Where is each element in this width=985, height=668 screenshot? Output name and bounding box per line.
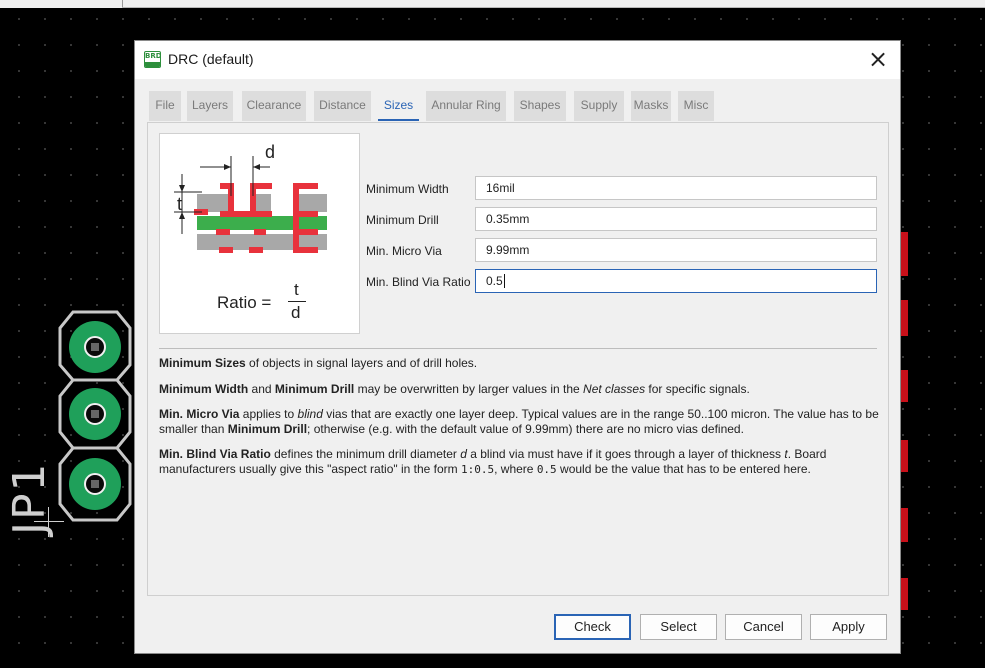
desc-term: Minimum Width [159, 382, 249, 396]
diagram-label-d: d [265, 142, 276, 162]
drc-dialog: BRD DRC (default) × File Layers Clearanc… [134, 40, 901, 654]
brd-app-icon: BRD [144, 51, 161, 68]
desc-code: 0.5 [536, 463, 557, 476]
connector-pads [58, 310, 132, 522]
desc-term: Min. Blind Via Ratio [159, 447, 271, 461]
tab-layers[interactable]: Layers [187, 91, 233, 121]
tab-annular-ring[interactable]: Annular Ring [426, 91, 506, 121]
minimum-drill-label: Minimum Drill [366, 213, 439, 227]
desc-text: would be the value that has to be entere… [556, 462, 811, 476]
desc-text: , where [494, 462, 537, 476]
pad-2 [58, 378, 132, 450]
description-blind-via-ratio: Min. Blind Via Ratio defines the minimum… [159, 447, 881, 477]
desc-term: Minimum Drill [227, 422, 308, 436]
copper-trace [901, 232, 908, 276]
minimum-width-value: 16mil [486, 181, 515, 195]
desc-emphasis: d [460, 447, 467, 461]
description-separator [159, 348, 877, 349]
desc-term: Min. Micro Via [159, 407, 240, 421]
desc-text: ; otherwise (e.g. with the default value… [307, 422, 744, 436]
min-micro-via-input[interactable]: 9.99mm [475, 238, 877, 262]
app-icon-text: BRD [145, 52, 161, 60]
desc-text: for specific signals. [645, 382, 750, 396]
min-blind-via-ratio-input[interactable]: 0.5 [475, 269, 877, 293]
desc-text: a blind via must have if it goes through… [466, 447, 785, 461]
min-blind-via-ratio-label: Min. Blind Via Ratio [366, 275, 471, 289]
ratio-fraction-line [288, 301, 306, 302]
app-icon-bar [145, 62, 160, 67]
desc-text: and [248, 382, 275, 396]
description-micro-via: Min. Micro Via applies to blind vias tha… [159, 407, 881, 437]
top-toolbar-strip [0, 0, 985, 8]
minimum-drill-input[interactable]: 0.35mm [475, 207, 877, 231]
check-button[interactable]: Check [554, 614, 631, 640]
tab-shapes[interactable]: Shapes [514, 91, 566, 121]
desc-emphasis: Net classes [583, 382, 646, 396]
pad-3 [58, 446, 132, 522]
close-button[interactable]: × [861, 47, 895, 73]
description-width-drill: Minimum Width and Minimum Drill may be o… [159, 382, 881, 397]
min-micro-via-value: 9.99mm [486, 243, 530, 257]
min-micro-via-label: Min. Micro Via [366, 244, 442, 258]
min-blind-via-ratio-value: 0.5 [486, 274, 503, 288]
desc-text: may be overwritten by larger values in t… [354, 382, 584, 396]
copper-trace [901, 370, 908, 402]
copper-trace [901, 508, 908, 542]
sizes-panel: d t Ratio = t d Minimum Width 16mil Mini… [147, 122, 889, 596]
text-caret [503, 274, 505, 288]
desc-text: applies to [239, 407, 298, 421]
tab-masks[interactable]: Masks [631, 91, 671, 121]
desc-term: Minimum Sizes [159, 356, 246, 370]
blind-via-diagram: d t Ratio = t d [159, 133, 360, 334]
copper-trace [901, 578, 908, 610]
pad-1 [58, 310, 132, 382]
ratio-label: Ratio = [217, 293, 272, 312]
tab-file[interactable]: File [149, 91, 181, 121]
tab-supply[interactable]: Supply [574, 91, 624, 121]
minimum-width-input[interactable]: 16mil [475, 176, 877, 200]
tab-clearance[interactable]: Clearance [242, 91, 306, 121]
desc-text: of objects in signal layers and of drill… [245, 356, 478, 370]
diagram-label-t: t [177, 194, 183, 214]
select-button[interactable]: Select [640, 614, 717, 640]
ratio-numerator: t [294, 280, 299, 299]
copper-trace [901, 300, 908, 336]
desc-emphasis: blind [297, 407, 323, 421]
apply-button[interactable]: Apply [810, 614, 887, 640]
toolbar-bottom-edge [122, 7, 985, 8]
tab-misc[interactable]: Misc [678, 91, 714, 121]
cancel-button[interactable]: Cancel [725, 614, 802, 640]
description-minimum-sizes: Minimum Sizes of objects in signal layer… [159, 356, 881, 371]
desc-term: Minimum Drill [274, 382, 355, 396]
dialog-titlebar[interactable]: BRD DRC (default) × [135, 41, 900, 79]
ratio-denominator: d [291, 303, 301, 322]
copper-trace [901, 440, 908, 472]
desc-text: defines the minimum drill diameter [270, 447, 461, 461]
desc-code: 1:0.5 [461, 463, 495, 476]
minimum-drill-value: 0.35mm [486, 212, 530, 226]
tab-distance[interactable]: Distance [314, 91, 371, 121]
tab-sizes[interactable]: Sizes [378, 91, 419, 121]
minimum-width-label: Minimum Width [366, 182, 449, 196]
dialog-title: DRC (default) [168, 51, 254, 67]
